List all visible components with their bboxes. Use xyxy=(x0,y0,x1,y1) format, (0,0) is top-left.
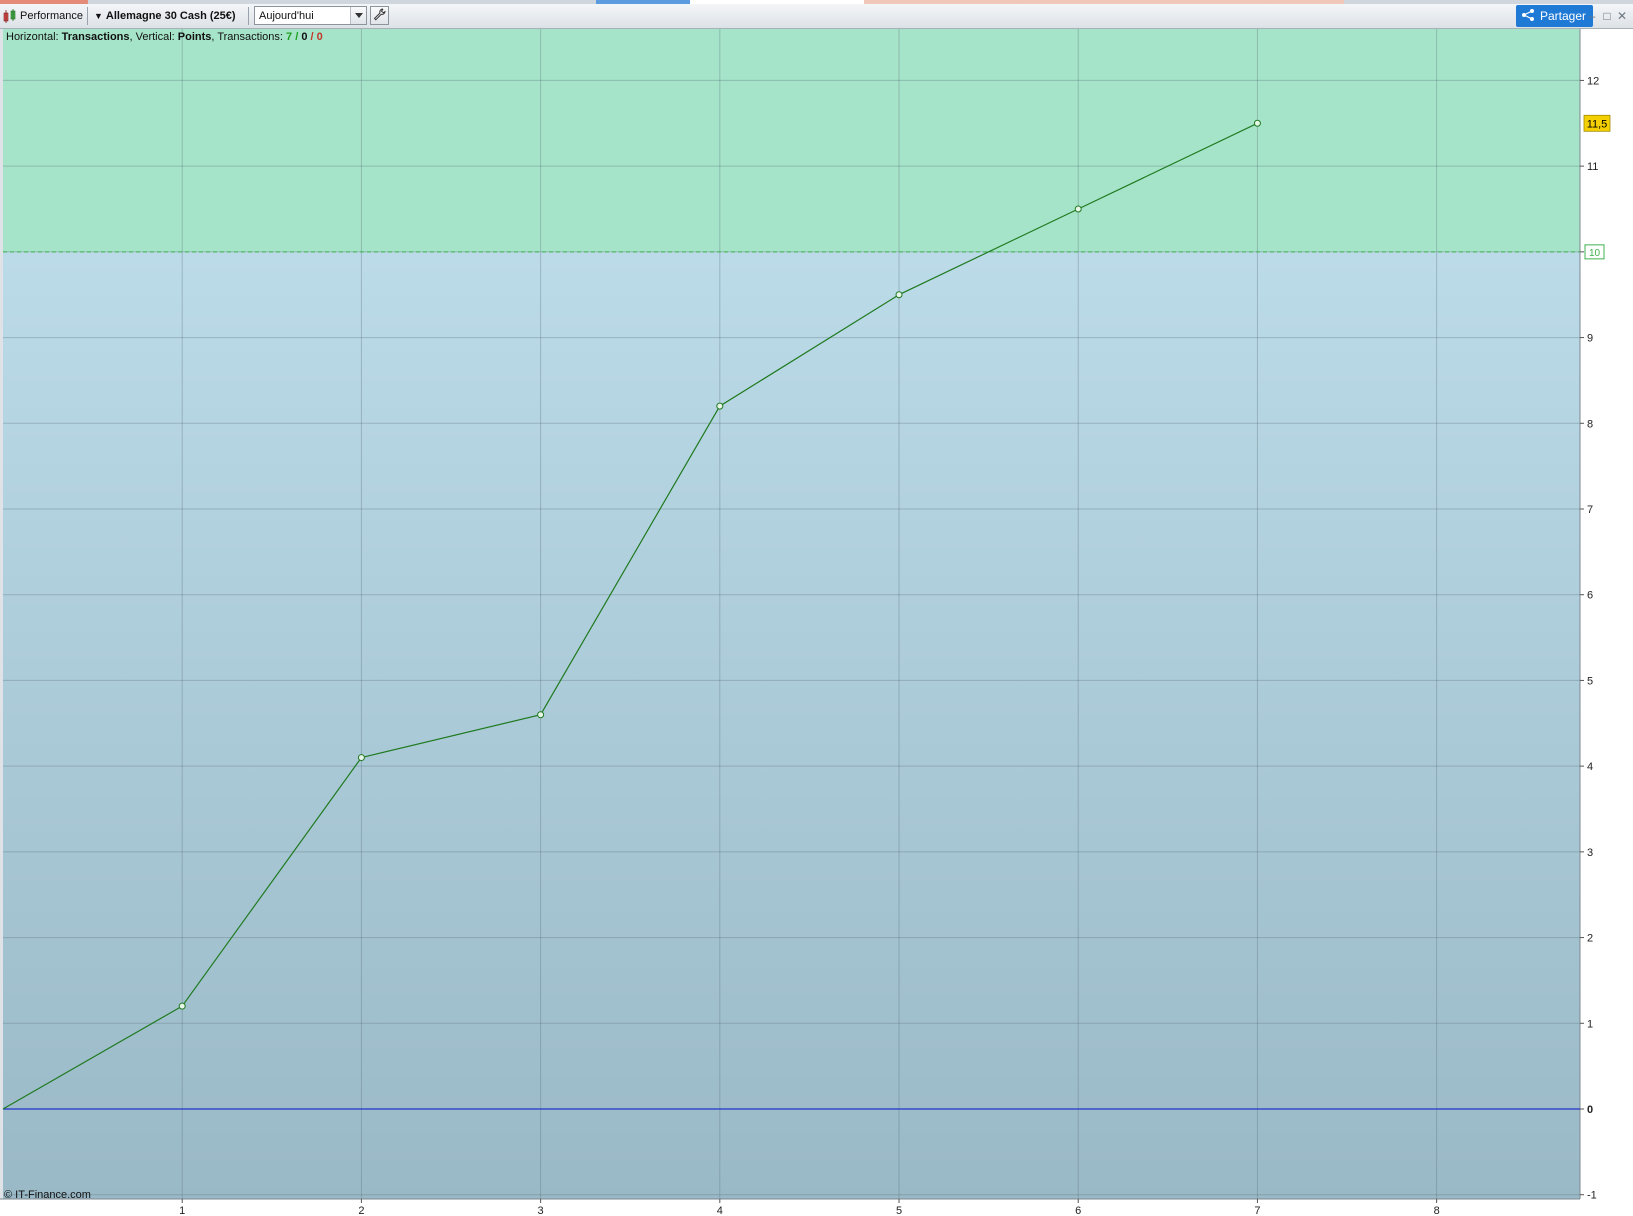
window-toolbar: Performance ▼ Allemagne 30 Cash (25€) Au… xyxy=(0,4,1633,29)
data-point xyxy=(178,1002,186,1010)
horizontal-label: Horizontal: xyxy=(6,31,62,43)
y-tick-label: 5 xyxy=(1587,675,1593,687)
share-icon xyxy=(1521,8,1535,25)
performance-chart[interactable]: -1 0 1 2 3 4 5 6 7 8 9 11 12 1 2 3 4 5 6 7 8 10 11,5 xyxy=(0,29,1633,1216)
data-point xyxy=(716,402,724,410)
copyright-notice: © IT-Finance.com xyxy=(4,1189,91,1201)
x-tick-label: 3 xyxy=(538,1205,544,1216)
caret-down-icon: ▼ xyxy=(94,11,103,21)
close-button[interactable]: ✕ xyxy=(1615,7,1629,24)
data-point xyxy=(357,754,365,762)
tx-separator: / xyxy=(292,31,302,43)
x-tick-label: 5 xyxy=(896,1205,902,1216)
x-tick-label: 8 xyxy=(1434,1205,1440,1216)
period-value: Aujourd'hui xyxy=(259,9,314,22)
chart-info-line: Horizontal: Transactions, Vertical: Poin… xyxy=(6,31,323,43)
performance-module[interactable]: Performance xyxy=(2,4,83,28)
minimize-button[interactable]: – xyxy=(1585,7,1599,24)
y-tick-label: 4 xyxy=(1587,761,1593,773)
wrench-icon xyxy=(373,7,386,24)
module-title: Performance xyxy=(20,10,83,22)
target-value-label: 10 xyxy=(1589,248,1601,259)
dropdown-arrow-icon[interactable] xyxy=(350,7,366,24)
period-select[interactable]: Aujourd'hui xyxy=(254,6,367,25)
y-tick-label: 1 xyxy=(1587,1018,1593,1030)
maximize-icon: □ xyxy=(1603,8,1611,23)
close-icon: ✕ xyxy=(1616,8,1628,23)
tx-separator: / xyxy=(307,31,317,43)
tx-losing-count: 0 xyxy=(316,31,323,43)
minimize-icon: – xyxy=(1588,8,1596,23)
vertical-value: Points xyxy=(177,31,212,43)
y-tick-label: 7 xyxy=(1587,504,1593,516)
share-label: Partager xyxy=(1540,9,1587,23)
instrument-name: Allemagne 30 Cash (25€) xyxy=(105,10,236,22)
y-tick-label: 3 xyxy=(1587,847,1593,859)
x-tick-label: 7 xyxy=(1254,1205,1260,1216)
data-point xyxy=(1253,119,1261,127)
target-zone xyxy=(3,29,1580,252)
toolbar-separator xyxy=(87,7,88,25)
chart-canvas[interactable]: -1012345678911121 2 3 4 5 6 7 81011,5 xyxy=(0,29,1633,1216)
y-tick-label: 0 xyxy=(1587,1104,1593,1116)
candlestick-icon xyxy=(2,8,18,24)
y-tick-label: 12 xyxy=(1587,75,1599,87)
last-value-label: 11,5 xyxy=(1587,118,1608,130)
settings-wrench-button[interactable] xyxy=(370,6,389,25)
x-tick-label: 4 xyxy=(717,1205,723,1216)
x-axis-panel xyxy=(0,1199,1633,1216)
share-button[interactable]: Partager xyxy=(1516,5,1594,27)
toolbar-separator xyxy=(248,7,249,25)
y-tick-label: 9 xyxy=(1587,333,1593,345)
transactions-label: , Transactions: xyxy=(211,31,287,43)
y-tick-label: 2 xyxy=(1587,933,1593,945)
data-point xyxy=(1074,205,1082,213)
horizontal-value: Transactions xyxy=(61,31,130,43)
y-tick-label: -1 xyxy=(1587,1190,1597,1202)
y-tick-label: 11 xyxy=(1587,161,1598,173)
y-tick-label: 8 xyxy=(1587,418,1593,430)
data-point xyxy=(537,711,545,719)
vertical-label: , Vertical: xyxy=(129,31,178,43)
y-tick-label: 6 xyxy=(1587,590,1593,602)
maximize-button[interactable]: □ xyxy=(1600,7,1614,24)
x-tick-label: 2 xyxy=(358,1205,364,1216)
x-tick-label: 1 xyxy=(179,1205,185,1216)
x-tick-label: 6 xyxy=(1075,1205,1081,1216)
y-axis-panel xyxy=(1580,29,1633,1216)
instrument-selector[interactable]: ▼ Allemagne 30 Cash (25€) xyxy=(94,4,236,28)
data-point xyxy=(895,291,903,299)
